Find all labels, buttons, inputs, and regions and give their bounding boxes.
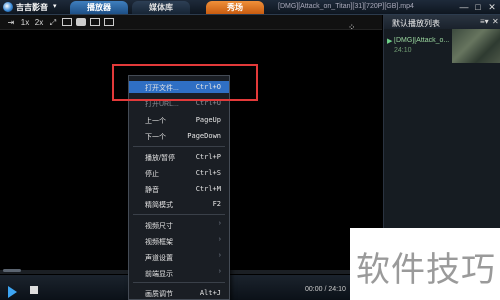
highlight-annotation-box — [112, 64, 258, 101]
menu-item-label: 静音 — [145, 187, 159, 194]
tab-showroom[interactable]: 秀场 — [206, 1, 264, 14]
window-title: [DMG][Attack_on_Titan][31][720P][GB].mp4 — [278, 3, 414, 10]
menu-item-label: 视频框架 — [145, 239, 173, 246]
submenu-arrow-icon: › — [218, 236, 221, 243]
menu-item-shortcut: Alt+J — [199, 289, 221, 297]
playlist-item-thumbnail[interactable] — [452, 29, 500, 63]
menu-item-shortcut: Ctrl+P — [195, 153, 221, 161]
menu-item-label: 视频尺寸 — [145, 223, 173, 230]
app-logo — [3, 2, 13, 12]
playlist-item-name[interactable]: [DMG][Attack_o... — [394, 37, 450, 44]
menu-separator — [133, 214, 225, 215]
snap-left-icon[interactable]: ⇥ — [6, 17, 16, 28]
tab-media-library[interactable]: 媒体库 — [132, 1, 190, 14]
maximize-icon[interactable]: □ — [473, 2, 483, 12]
menu-item-mute[interactable]: 静音 Ctrl+M — [129, 183, 229, 195]
playlist-item-duration: 24:10 — [394, 47, 412, 54]
menu-item-next[interactable]: 下一个 PageDown — [129, 130, 229, 142]
menu-item-label: 上一个 — [145, 118, 166, 125]
menu-separator — [133, 146, 225, 147]
app-menu-dropdown-icon[interactable]: ▾ — [53, 2, 57, 10]
submenu-arrow-icon: › — [218, 268, 221, 275]
playlist-header: 默认播放列表 ≡▾ ✕ — [384, 15, 500, 29]
menu-item-shortcut: PageDown — [187, 132, 221, 140]
context-menu: 打开文件... Ctrl+O 打开URL... Ctrl+U 上一个 PageU… — [128, 75, 230, 300]
menu-item-label: 播放/暂停 — [145, 155, 175, 162]
menu-item-picture-adjust[interactable]: 画质调节 Alt+J — [129, 287, 229, 299]
menu-item-shortcut: Ctrl+M — [195, 185, 221, 193]
zoom-1x-button[interactable]: 1x — [20, 17, 30, 28]
tab-player[interactable]: 播放器 — [70, 1, 128, 14]
menu-item-label: 下一个 — [145, 134, 166, 141]
close-icon[interactable]: ✕ — [487, 2, 497, 12]
subtitle-icon[interactable] — [104, 18, 114, 26]
menu-item-compact-mode[interactable]: 精简模式 F2 — [129, 198, 229, 210]
window-mode-icon[interactable] — [62, 18, 72, 26]
window-controls: — □ ✕ — [459, 2, 497, 12]
menu-item-video-size[interactable]: 视频尺寸 › — [129, 219, 229, 231]
submenu-arrow-icon: › — [218, 252, 221, 259]
picture-settings-icon[interactable] — [90, 18, 100, 26]
zoom-2x-button[interactable]: 2x — [34, 17, 44, 28]
seek-knob[interactable] — [3, 269, 21, 272]
menu-item-video-frame[interactable]: 视频框架 › — [129, 235, 229, 247]
screenshot-icon[interactable] — [76, 18, 86, 26]
menu-separator — [133, 282, 225, 283]
time-display: 00:00 / 24:10 — [305, 286, 346, 293]
submenu-arrow-icon: › — [218, 220, 221, 227]
menu-item-previous[interactable]: 上一个 PageUp — [129, 114, 229, 126]
menu-item-stop[interactable]: 停止 Ctrl+S — [129, 167, 229, 179]
play-icon[interactable] — [8, 286, 17, 298]
title-bar: 吉吉影音 ▾ 播放器 媒体库 秀场 [DMG][Attack_on_Titan]… — [0, 0, 500, 15]
menu-item-play-pause[interactable]: 播放/暂停 Ctrl+P — [129, 151, 229, 163]
playlist-menu-icon[interactable]: ≡▾ — [480, 17, 489, 26]
menu-item-audio-channel[interactable]: 声道设置 › — [129, 251, 229, 263]
menu-item-label: 声道设置 — [145, 255, 173, 262]
now-playing-icon: ▶ — [387, 38, 393, 45]
playlist-close-icon[interactable]: ✕ — [492, 17, 499, 26]
menu-item-label: 前端显示 — [145, 271, 173, 278]
playlist-title[interactable]: 默认播放列表 — [392, 18, 440, 29]
menu-item-shortcut: Ctrl+S — [195, 169, 221, 177]
menu-item-shortcut: PageUp — [195, 116, 221, 124]
menu-item-label: 停止 — [145, 171, 159, 178]
app-name[interactable]: 吉吉影音 — [16, 2, 48, 13]
fullscreen-icon[interactable]: ⤢ — [48, 17, 58, 28]
minimize-icon[interactable]: — — [459, 2, 469, 12]
menu-item-always-on-top[interactable]: 前端显示 › — [129, 267, 229, 279]
stop-icon[interactable] — [30, 286, 38, 294]
watermark-text: 软件技巧 — [356, 250, 496, 290]
video-toolbar: ⇥ 1x 2x ⤢ — [0, 15, 382, 30]
menu-item-label: 精简模式 — [145, 202, 173, 209]
menu-item-shortcut: F2 — [212, 200, 221, 208]
menu-item-label: 画质调节 — [145, 291, 173, 298]
